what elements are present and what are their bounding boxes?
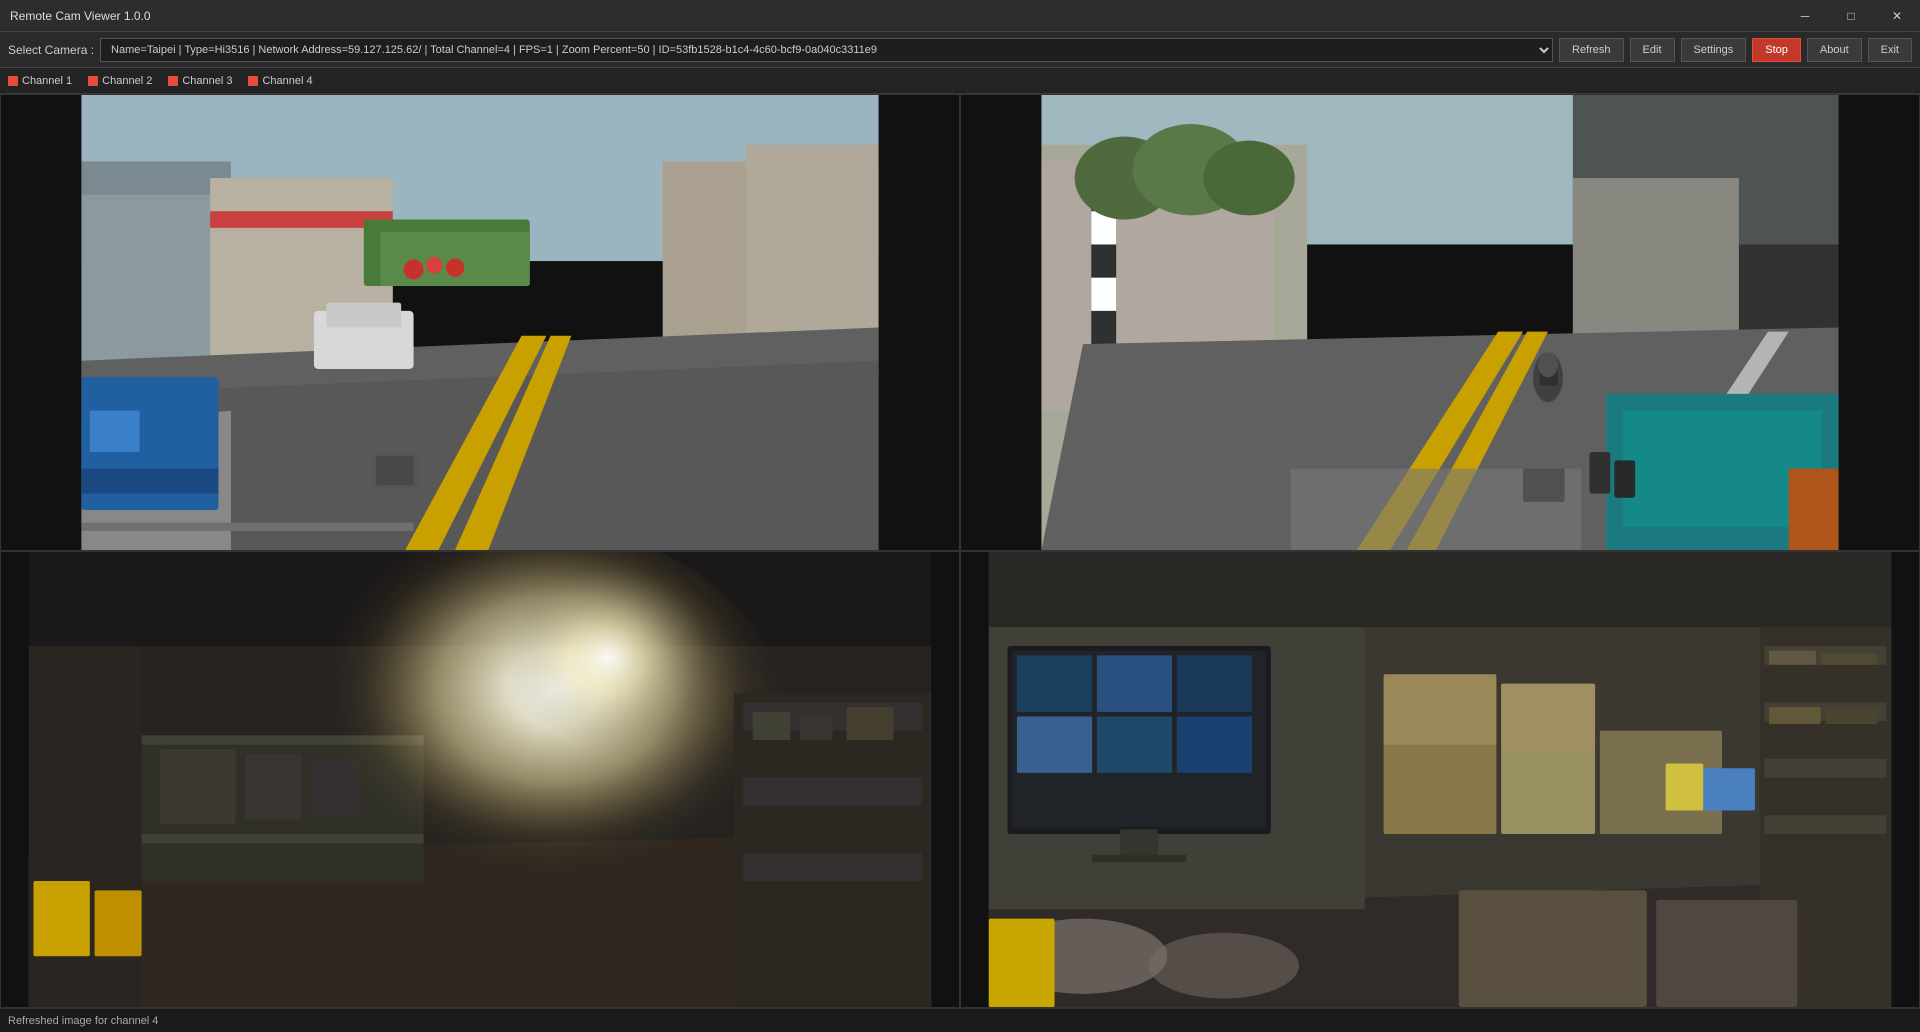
camera-select-label: Select Camera : [8, 43, 94, 57]
channel-2-label: Channel 2 [102, 75, 152, 87]
about-button[interactable]: About [1807, 38, 1862, 62]
edit-button[interactable]: Edit [1630, 38, 1675, 62]
refresh-button[interactable]: Refresh [1559, 38, 1624, 62]
video-cell-1[interactable] [0, 94, 960, 551]
channel-tab-4[interactable]: Channel 4 [248, 75, 312, 87]
cam4-feed [961, 552, 1919, 1007]
titlebar: Remote Cam Viewer 1.0.0 ─ □ ✕ [0, 0, 1920, 32]
channel-tab-3[interactable]: Channel 3 [168, 75, 232, 87]
channel-tabs: Channel 1 Channel 2 Channel 3 Channel 4 [0, 68, 1920, 94]
cam2-feed [961, 95, 1919, 550]
minimize-button[interactable]: ─ [1782, 0, 1828, 32]
channel-2-dot [88, 76, 98, 86]
video-cell-4[interactable] [960, 551, 1920, 1008]
exit-button[interactable]: Exit [1868, 38, 1912, 62]
channel-3-dot [168, 76, 178, 86]
toolbar: Select Camera : Name=Taipei | Type=Hi351… [0, 32, 1920, 68]
window-controls: ─ □ ✕ [1782, 0, 1920, 32]
channel-4-label: Channel 4 [262, 75, 312, 87]
stop-button[interactable]: Stop [1752, 38, 1801, 62]
video-grid [0, 94, 1920, 1008]
camera-select[interactable]: Name=Taipei | Type=Hi3516 | Network Addr… [100, 38, 1553, 62]
channel-3-label: Channel 3 [182, 75, 232, 87]
channel-tab-1[interactable]: Channel 1 [8, 75, 72, 87]
close-button[interactable]: ✕ [1874, 0, 1920, 32]
settings-button[interactable]: Settings [1681, 38, 1747, 62]
video-cell-3[interactable] [0, 551, 960, 1008]
status-message: Refreshed image for channel 4 [8, 1015, 158, 1027]
cam1-feed [1, 95, 959, 550]
statusbar: Refreshed image for channel 4 [0, 1008, 1920, 1032]
channel-tab-2[interactable]: Channel 2 [88, 75, 152, 87]
channel-4-dot [248, 76, 258, 86]
channel-1-label: Channel 1 [22, 75, 72, 87]
channel-1-dot [8, 76, 18, 86]
cam3-feed [1, 552, 959, 1007]
video-cell-2[interactable] [960, 94, 1920, 551]
maximize-button[interactable]: □ [1828, 0, 1874, 32]
app-title: Remote Cam Viewer 1.0.0 [10, 9, 151, 23]
